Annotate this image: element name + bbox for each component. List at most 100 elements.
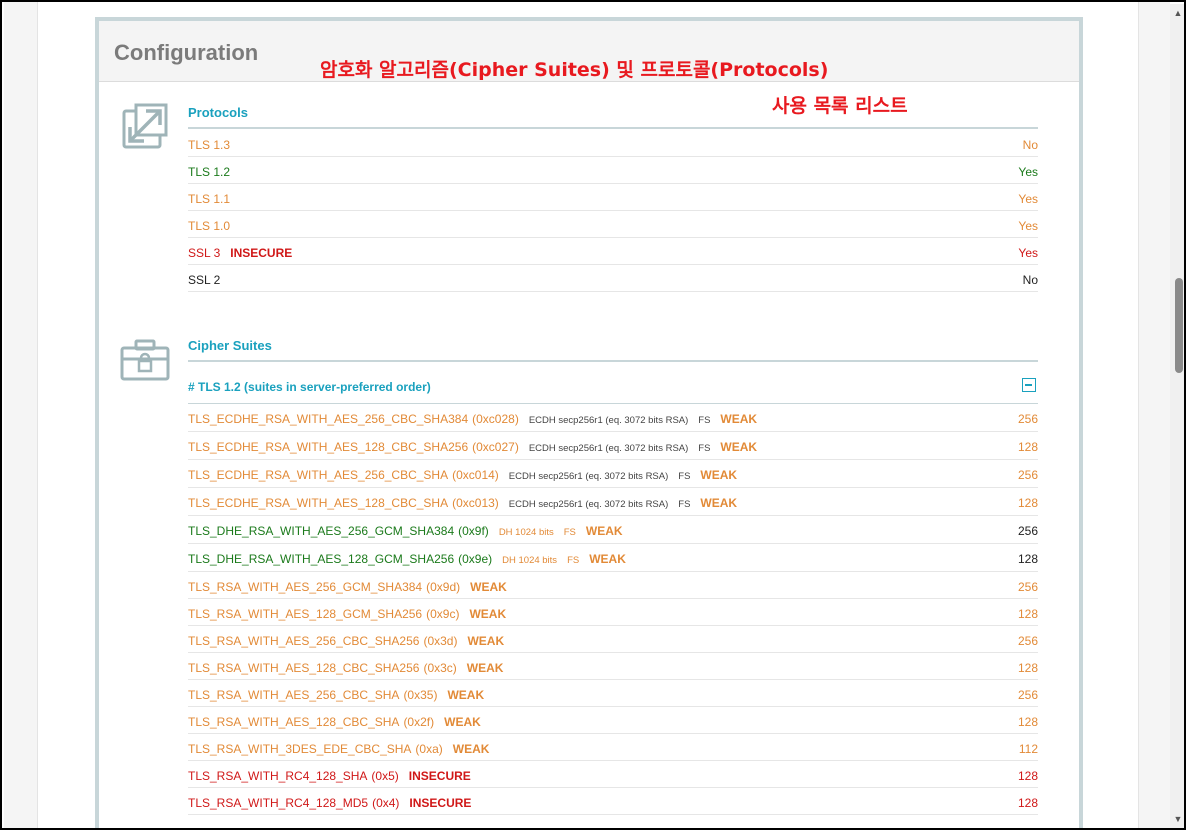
cipher-suite-code: (0xc027) [472, 440, 519, 454]
forward-secrecy-badge: FS [678, 471, 691, 482]
cipher-suite-name: TLS_RSA_WITH_AES_256_CBC_SHA (0x35) WEAK [188, 688, 484, 702]
cipher-key-bits: 112 [1018, 742, 1038, 756]
cipher-strength-tag: WEAK [585, 524, 623, 538]
protocol-name-text: SSL 2 [188, 273, 221, 287]
protocol-status-tag: INSECURE [230, 246, 293, 260]
cipher-suite-name-text: TLS_RSA_WITH_AES_128_GCM_SHA256 [188, 607, 423, 621]
protocol-row: SSL 2 No [188, 265, 1038, 292]
cipher-suite-name-text: TLS_ECDHE_RSA_WITH_AES_256_CBC_SHA384 [188, 412, 469, 426]
cipher-strength-tag: WEAK [467, 634, 505, 648]
protocol-row: SSL 3 INSECURE Yes [188, 238, 1038, 265]
cipher-suite-name-text: TLS_RSA_WITH_RC4_128_MD5 [188, 796, 369, 810]
cipher-suite-code: (0x2f) [403, 715, 435, 729]
cipher-strength-tag: WEAK [720, 440, 758, 454]
cipher-suite-row: TLS_RSA_WITH_3DES_EDE_CBC_SHA (0xa) WEAK 11… [188, 734, 1038, 761]
scroll-up-arrow-icon[interactable]: ▲ [1173, 8, 1183, 18]
cipher-suite-row: TLS_RSA_WITH_RC4_128_SHA (0x5) INSECURE 128 [188, 761, 1038, 788]
cipher-strength-tag: INSECURE [409, 796, 472, 810]
cipher-suite-name: TLS_DHE_RSA_WITH_AES_128_GCM_SHA256 (0x9e… [188, 552, 626, 566]
cipher-strength-tag: WEAK [452, 742, 490, 756]
cipher-key-bits: 128 [1017, 715, 1038, 729]
protocol-row: TLS 1.1 Yes [188, 184, 1038, 211]
forward-secrecy-badge: FS [563, 527, 576, 538]
key-exchange-info: ECDH secp256r1 (eq. 3072 bits RSA) [528, 443, 689, 454]
forward-secrecy-badge: FS [698, 443, 711, 454]
cipher-strength-tag: WEAK [700, 496, 738, 510]
cipher-suite-name-text: TLS_RSA_WITH_AES_256_CBC_SHA [188, 688, 400, 702]
protocol-row: TLS 1.3 No [188, 130, 1038, 157]
cipher-suite-name-text: TLS_RSA_WITH_AES_128_CBC_SHA [188, 715, 400, 729]
cipher-suite-row: TLS_RSA_WITH_AES_256_GCM_SHA384 (0x9d) WEA… [188, 572, 1038, 599]
cipher-strength-tag: WEAK [444, 715, 481, 729]
cipher-strength-tag: WEAK [469, 607, 507, 621]
forward-secrecy-badge: FS [567, 555, 580, 566]
cipher-suite-name-text: TLS_RSA_WITH_RC4_128_SHA [188, 769, 368, 783]
protocol-name: TLS 1.0 [188, 219, 230, 233]
cipher-suite-code: (0x4) [372, 796, 400, 810]
cipher-suite-code: (0xc013) [452, 496, 499, 510]
cipher-suite-name-text: TLS_DHE_RSA_WITH_AES_128_GCM_SHA256 [188, 552, 455, 566]
cipher-key-bits: 128 [1017, 552, 1038, 566]
cipher-suite-code: (0x9e) [458, 552, 493, 566]
protocol-name: TLS 1.2 [188, 165, 230, 179]
cipher-suite-name: TLS_ECDHE_RSA_WITH_AES_256_CBC_SHA (0xc01… [188, 468, 737, 482]
scroll-down-arrow-icon[interactable]: ▼ [1173, 814, 1183, 824]
cipher-suite-row: TLS_RSA_WITH_AES_256_CBC_SHA (0x35) WEAK 25… [188, 680, 1038, 707]
protocol-support-value: Yes [1018, 165, 1038, 179]
annotation-line-1: 암호화 알고리즘(Cipher Suites) 및 프로토콜(Protocols… [320, 59, 829, 81]
key-exchange-info: ECDH secp256r1 (eq. 3072 bits RSA) [528, 415, 689, 426]
cipher-key-bits: 256 [1017, 524, 1038, 538]
cipher-suite-row: TLS_ECDHE_RSA_WITH_AES_256_CBC_SHA384 (0x… [188, 404, 1038, 432]
cipher-suite-code: (0x9c) [426, 607, 460, 621]
key-exchange-info: ECDH secp256r1 (eq. 3072 bits RSA) [508, 499, 669, 510]
protocol-support-value: Yes [1018, 219, 1038, 233]
protocol-name-text: SSL 3 [188, 246, 221, 260]
tls12-suites-subheader: # TLS 1.2 (suites in server-preferred or… [188, 376, 1038, 404]
cipher-strength-tag: WEAK [720, 412, 758, 426]
vertical-scrollbar[interactable] [1170, 4, 1184, 828]
key-exchange-info: DH 1024 bits [498, 527, 554, 538]
cipher-key-bits: 256 [1017, 412, 1038, 426]
cipher-suite-name-text: TLS_ECDHE_RSA_WITH_AES_128_CBC_SHA256 [188, 440, 469, 454]
collapse-minus-icon[interactable] [1022, 378, 1036, 392]
cipher-suite-name-text: TLS_RSA_WITH_AES_256_CBC_SHA256 [188, 634, 420, 648]
cipher-suite-row: TLS_RSA_WITH_RC4_128_MD5 (0x4) INSECURE 128 [188, 788, 1038, 815]
cipher-suite-name-text: TLS_RSA_WITH_AES_128_CBC_SHA256 [188, 661, 420, 675]
protocol-support-value: No [1022, 273, 1038, 287]
protocol-name-text: TLS 1.1 [188, 192, 231, 206]
cipher-suite-name: TLS_ECDHE_RSA_WITH_AES_128_CBC_SHA256 (0x… [188, 440, 757, 454]
protocol-name: SSL 3 INSECURE [188, 246, 292, 260]
cipher-suite-row: TLS_RSA_WITH_AES_128_GCM_SHA256 (0x9c) WEA… [188, 599, 1038, 626]
cipher-suite-code: (0x35) [403, 688, 438, 702]
cipher-suite-name: TLS_ECDHE_RSA_WITH_AES_128_CBC_SHA (0xc01… [188, 496, 737, 510]
scrollbar-thumb[interactable] [1175, 278, 1183, 373]
cipher-suite-row: TLS_DHE_RSA_WITH_AES_256_GCM_SHA384 (0x9f… [188, 516, 1038, 544]
cipher-suite-name: TLS_RSA_WITH_AES_256_CBC_SHA256 (0x3d) WEA… [188, 634, 504, 648]
toolbox-lock-icon [120, 339, 170, 386]
cipher-suite-code: (0xc014) [452, 468, 499, 482]
cipher-suite-code: (0x9d) [426, 580, 461, 594]
cipher-suite-name: TLS_RSA_WITH_AES_128_CBC_SHA (0x2f) WEAK [188, 715, 481, 729]
resize-arrows-icon [122, 103, 168, 154]
cipher-strength-tag: WEAK [466, 661, 504, 675]
cipher-suite-name-text: TLS_ECDHE_RSA_WITH_AES_256_CBC_SHA [188, 468, 449, 482]
key-exchange-info: DH 1024 bits [502, 555, 558, 566]
cipher-suite-row: TLS_RSA_WITH_AES_256_CBC_SHA256 (0x3d) WEA… [188, 626, 1038, 653]
cipher-suite-code: (0x9f) [458, 524, 489, 538]
cipher-suite-code: (0xc028) [472, 412, 519, 426]
page-margin-left [4, 2, 38, 828]
cipher-suite-name-text: TLS_RSA_WITH_AES_256_GCM_SHA384 [188, 580, 423, 594]
protocols-divider [188, 127, 1038, 129]
browser-viewport: Configuration 암호화 알고리즘(Cipher Suites) 및 … [0, 0, 1186, 830]
cipher-suites-title: Cipher Suites [188, 338, 272, 353]
cipher-strength-tag: WEAK [589, 552, 626, 566]
cipher-suite-name: TLS_DHE_RSA_WITH_AES_256_GCM_SHA384 (0x9f… [188, 524, 623, 538]
forward-secrecy-badge: FS [678, 499, 691, 510]
cipher-suite-name: TLS_RSA_WITH_AES_128_CBC_SHA256 (0x3c) WEA… [188, 661, 503, 675]
cipher-strength-tag: WEAK [447, 688, 485, 702]
protocol-name-text: TLS 1.2 [188, 165, 231, 179]
cipher-key-bits: 256 [1017, 688, 1038, 702]
cipher-suite-name: TLS_RSA_WITH_3DES_EDE_CBC_SHA (0xa) WEAK [188, 742, 489, 756]
cipher-suite-row: TLS_ECDHE_RSA_WITH_AES_128_CBC_SHA256 (0x… [188, 432, 1038, 460]
key-exchange-info: ECDH secp256r1 (eq. 3072 bits RSA) [508, 471, 669, 482]
